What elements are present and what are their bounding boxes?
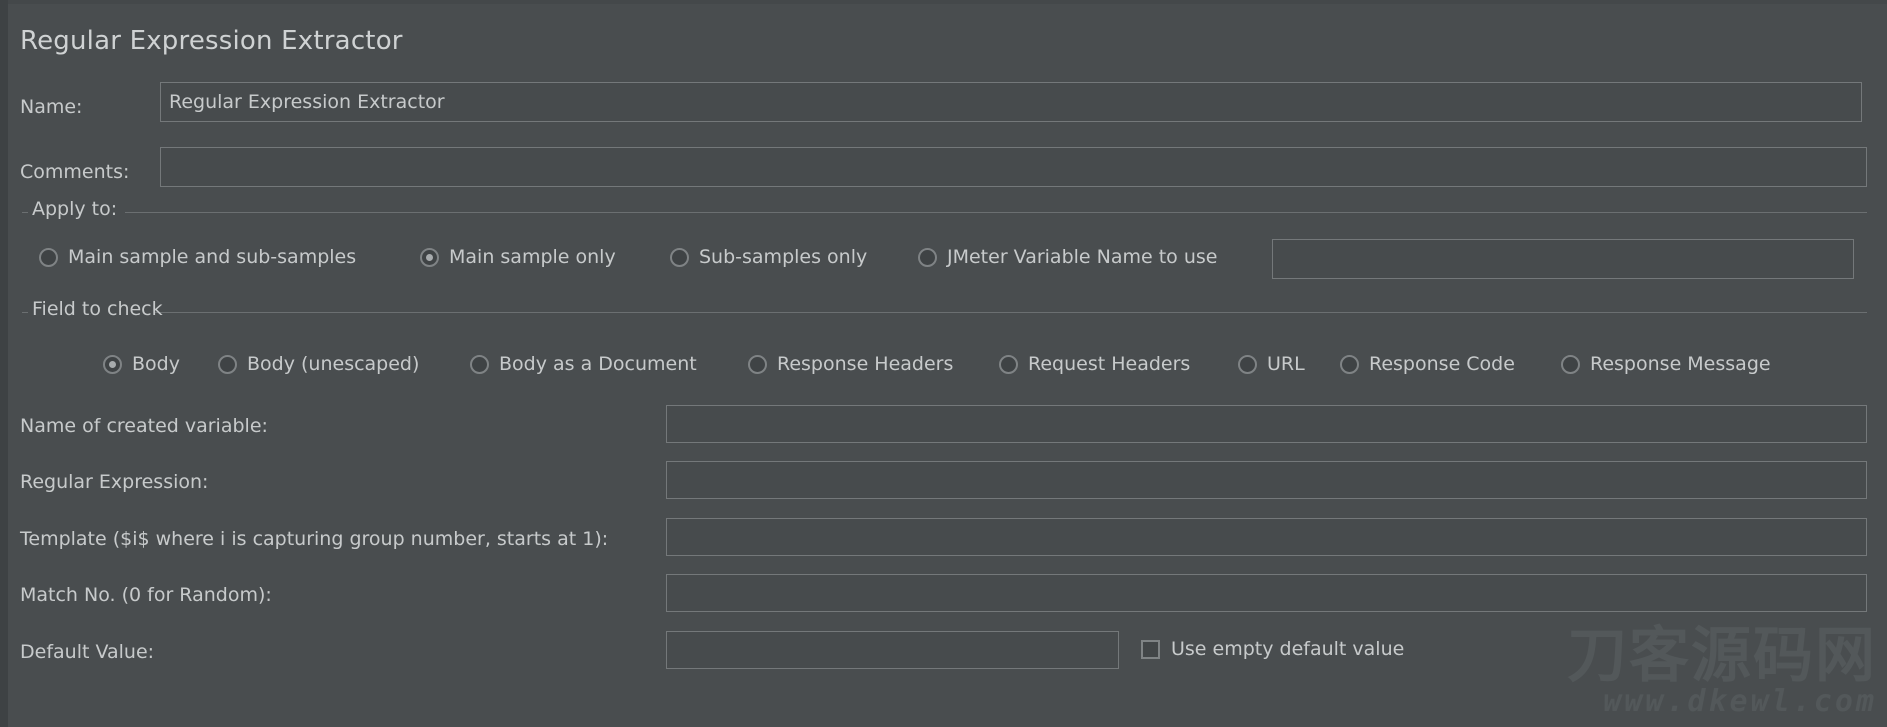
field-to-check-group-title: Field to check bbox=[32, 298, 163, 320]
radio-response-message[interactable]: Response Message bbox=[1561, 355, 1771, 374]
watermark-chinese-text: 刀客源码网 bbox=[1567, 621, 1877, 691]
radio-circle-icon bbox=[670, 248, 689, 267]
jmeter-variable-name-input[interactable] bbox=[1272, 239, 1854, 279]
field-to-check-border-left bbox=[22, 312, 28, 313]
radio-response-code[interactable]: Response Code bbox=[1340, 355, 1515, 374]
radio-main-sample-only[interactable]: Main sample only bbox=[420, 248, 616, 267]
field-to-check-border-right bbox=[154, 312, 1867, 313]
radio-label: Main sample and sub-samples bbox=[68, 246, 357, 268]
radio-label: URL bbox=[1267, 353, 1305, 375]
name-input[interactable]: Regular Expression Extractor bbox=[160, 82, 1862, 122]
radio-label: Sub-samples only bbox=[699, 246, 868, 268]
comments-input[interactable] bbox=[160, 147, 1867, 187]
panel-left-edge bbox=[0, 0, 8, 727]
radio-url[interactable]: URL bbox=[1238, 355, 1305, 374]
radio-circle-icon bbox=[748, 355, 767, 374]
use-empty-default-value-checkbox[interactable]: Use empty default value bbox=[1141, 640, 1404, 659]
default-value-input[interactable] bbox=[666, 631, 1119, 669]
radio-circle-icon bbox=[218, 355, 237, 374]
radio-body-as-a-document[interactable]: Body as a Document bbox=[470, 355, 697, 374]
regular-expression-input[interactable] bbox=[666, 461, 1867, 499]
radio-jmeter-variable-name-to-use[interactable]: JMeter Variable Name to use bbox=[918, 248, 1217, 267]
radio-label: Response Message bbox=[1590, 353, 1771, 375]
radio-body-unescaped[interactable]: Body (unescaped) bbox=[218, 355, 419, 374]
template-label: Template ($i$ where i is capturing group… bbox=[20, 528, 609, 550]
name-input-value: Regular Expression Extractor bbox=[169, 91, 445, 113]
radio-label: Body as a Document bbox=[499, 353, 697, 375]
apply-to-border-right bbox=[125, 212, 1867, 213]
apply-to-border-left bbox=[22, 212, 28, 213]
created-variable-label: Name of created variable: bbox=[20, 415, 268, 437]
radio-circle-icon bbox=[1340, 355, 1359, 374]
page-title: Regular Expression Extractor bbox=[20, 26, 403, 56]
radio-circle-icon bbox=[1238, 355, 1257, 374]
template-input[interactable] bbox=[666, 518, 1867, 556]
field-to-check-group: Field to check bbox=[22, 300, 1867, 390]
comments-label: Comments: bbox=[20, 161, 130, 183]
radio-circle-icon bbox=[918, 248, 937, 267]
radio-label: Body bbox=[132, 353, 180, 375]
panel-top-edge bbox=[0, 0, 1887, 4]
watermark-url-text: www.dkewl.com bbox=[1603, 684, 1877, 719]
regular-expression-label: Regular Expression: bbox=[20, 471, 209, 493]
radio-label: Response Headers bbox=[777, 353, 954, 375]
name-label: Name: bbox=[20, 96, 83, 118]
radio-sub-samples-only[interactable]: Sub-samples only bbox=[670, 248, 867, 267]
radio-circle-selected-icon bbox=[103, 355, 122, 374]
radio-circle-icon bbox=[39, 248, 58, 267]
radio-label: Request Headers bbox=[1028, 353, 1191, 375]
match-no-input[interactable] bbox=[666, 574, 1867, 612]
radio-label: Main sample only bbox=[449, 246, 616, 268]
checkbox-label: Use empty default value bbox=[1171, 638, 1405, 660]
radio-circle-icon bbox=[470, 355, 489, 374]
regular-expression-extractor-panel: Regular Expression Extractor Name: Regul… bbox=[0, 0, 1887, 727]
radio-circle-icon bbox=[999, 355, 1018, 374]
radio-label: Body (unescaped) bbox=[247, 353, 420, 375]
radio-main-sample-and-sub-samples[interactable]: Main sample and sub-samples bbox=[39, 248, 356, 267]
radio-body[interactable]: Body bbox=[103, 355, 180, 374]
match-no-label: Match No. (0 for Random): bbox=[20, 584, 272, 606]
watermark: 刀客源码网 www.dkewl.com bbox=[1441, 625, 1881, 725]
apply-to-group-title: Apply to: bbox=[32, 198, 118, 220]
radio-response-headers[interactable]: Response Headers bbox=[748, 355, 953, 374]
radio-request-headers[interactable]: Request Headers bbox=[999, 355, 1190, 374]
radio-circle-selected-icon bbox=[420, 248, 439, 267]
radio-label: Response Code bbox=[1369, 353, 1515, 375]
checkbox-square-icon bbox=[1141, 640, 1160, 659]
default-value-label: Default Value: bbox=[20, 641, 155, 663]
radio-label: JMeter Variable Name to use bbox=[947, 246, 1218, 268]
radio-circle-icon bbox=[1561, 355, 1580, 374]
created-variable-input[interactable] bbox=[666, 405, 1867, 443]
